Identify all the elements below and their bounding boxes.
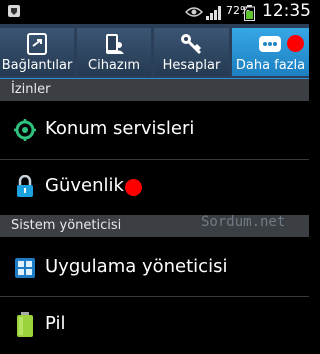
tab-label: Hesaplar	[162, 58, 221, 73]
signal-icon	[206, 6, 221, 20]
red-dot-badge	[125, 179, 142, 196]
red-dot-badge	[287, 35, 304, 52]
list-item-label: Konum servisleri	[45, 118, 195, 139]
section-header-izinler: İzinler	[0, 79, 309, 101]
lock-icon	[17, 175, 33, 197]
list-item-uygulama-yoneticisi[interactable]: Uygulama yöneticisi	[0, 238, 309, 296]
more-icon	[259, 36, 281, 52]
key-icon	[181, 34, 202, 55]
list-item-guvenlik[interactable]: Güvenlik	[0, 160, 309, 215]
status-bar: 72% 12:35	[0, 0, 311, 24]
list-item-label: Güvenlik	[45, 175, 124, 196]
tab-daha-fazla[interactable]: Daha fazla	[232, 28, 309, 76]
device-icon	[106, 34, 124, 54]
list-item-konum-servisleri[interactable]: Konum servisleri	[0, 101, 309, 159]
tab-cihazim[interactable]: Cihazım	[77, 28, 151, 76]
apps-grid-icon	[15, 258, 35, 278]
eye-icon	[185, 7, 203, 17]
connections-icon	[27, 33, 47, 55]
location-icon	[14, 119, 36, 141]
list-item-pil[interactable]: Pil	[0, 297, 309, 354]
list-item-label: Pil	[45, 313, 66, 334]
battery-icon	[244, 5, 255, 21]
tab-baglantilar[interactable]: Bağlantılar	[0, 28, 74, 76]
notification-icon	[8, 5, 20, 17]
tab-label: Daha fazla	[235, 58, 306, 73]
list-item-label: Uygulama yöneticisi	[45, 256, 228, 277]
tab-label: Bağlantılar	[1, 58, 73, 73]
section-title: Sistem yöneticisi	[11, 218, 122, 233]
tab-hesaplar[interactable]: Hesaplar	[154, 28, 229, 76]
section-title: İzinler	[11, 82, 51, 97]
battery-green-icon	[17, 312, 33, 337]
tab-label: Cihazım	[88, 58, 140, 73]
clock: 12:35	[262, 1, 311, 21]
watermark: Sordum.net	[201, 214, 286, 230]
